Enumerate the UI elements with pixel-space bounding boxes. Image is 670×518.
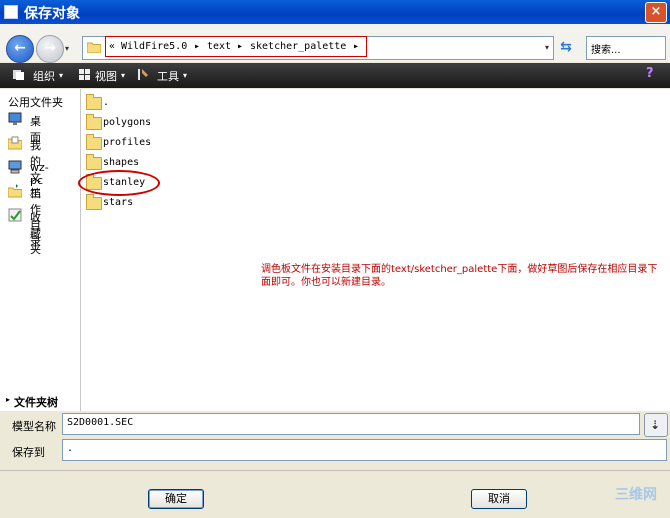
save-object-dialog: 保存对象 × ← → ▾ « WildFire5.0 ▸ text ▸ sket… <box>0 0 670 518</box>
folder-tree-label: 文件夹树 <box>14 396 58 409</box>
search-box[interactable]: 搜索... <box>586 36 666 60</box>
model-name-label: 模型名称 <box>12 420 56 433</box>
breadcrumb-separator: ▸ <box>237 41 244 52</box>
favorites-icon <box>8 208 22 222</box>
address-dropdown-icon[interactable]: ▾ <box>545 43 549 52</box>
computer-icon <box>8 160 22 174</box>
search-placeholder: 搜索... <box>591 45 621 56</box>
documents-icon <box>8 136 22 150</box>
breadcrumb-text[interactable]: text <box>207 41 231 52</box>
divider <box>0 470 670 471</box>
folder-icon <box>86 94 102 110</box>
organize-menu[interactable]: 组织 <box>33 68 55 84</box>
pick-model-button[interactable]: ⇣ <box>644 413 668 437</box>
breadcrumb-sketcher-palette[interactable]: sketcher_palette <box>250 41 346 52</box>
watermark-logo: 三维网 <box>615 487 657 503</box>
breadcrumb-separator: ▸ <box>194 41 201 52</box>
tools-dropdown-icon[interactable]: ▾ <box>183 71 187 80</box>
views-icon <box>79 69 90 80</box>
folder-name: stars <box>103 197 134 208</box>
cancel-button[interactable]: 取消 <box>471 489 527 509</box>
folder-name: polygons <box>103 117 152 128</box>
tools-icon <box>138 69 148 80</box>
work-folder-icon <box>8 184 22 198</box>
folder-name: . <box>103 97 110 108</box>
ok-button[interactable]: 确定 <box>148 489 204 509</box>
breadcrumb-prefix[interactable]: « <box>109 41 115 52</box>
folder-icon <box>86 154 102 170</box>
folder-icon <box>86 114 102 130</box>
history-dropdown-icon[interactable]: ▾ <box>65 44 69 53</box>
sidebar-item-label: wz-pc <box>30 161 49 187</box>
highlight-ellipse <box>78 170 160 196</box>
save-to-input[interactable]: . <box>62 439 667 461</box>
folder-icon <box>87 42 101 53</box>
folder-name: profiles <box>103 137 152 148</box>
toolbar: 组织 ▾ 视图 ▾ 工具 ▾ <box>0 63 670 88</box>
desktop-icon <box>8 112 22 125</box>
folder-icon <box>86 194 102 210</box>
model-name-value: S2D0001.SEC <box>67 417 134 428</box>
folder-icon <box>86 134 102 150</box>
forward-button[interactable]: → <box>36 35 64 63</box>
folder-name: shapes <box>103 157 140 168</box>
window-title: 保存对象 <box>24 6 80 22</box>
expand-icon: ▸ <box>6 395 11 404</box>
refresh-icon[interactable]: ⇆ <box>556 37 576 57</box>
tools-menu[interactable]: 工具 <box>157 68 179 84</box>
sidebar-item-label: 收藏夹 <box>30 211 41 256</box>
annotation-text: 调色板文件在安装目录下面的text/sketcher_palette下面，做好草… <box>261 264 658 288</box>
organize-icon <box>13 70 24 80</box>
arrow-down-icon: ⇣ <box>650 418 661 432</box>
breadcrumb-wildfire[interactable]: WildFire5.0 <box>121 41 187 52</box>
save-to-value: . <box>67 443 74 454</box>
save-to-label: 保存到 <box>12 446 45 459</box>
views-menu[interactable]: 视图 <box>95 68 117 84</box>
close-button[interactable]: × <box>645 2 667 23</box>
file-list <box>81 89 670 411</box>
sidebar-header: 公用文件夹 <box>8 96 63 109</box>
breadcrumb-separator: ▸ <box>353 41 360 52</box>
organize-dropdown-icon[interactable]: ▾ <box>59 71 63 80</box>
views-dropdown-icon[interactable]: ▾ <box>121 71 125 80</box>
title-bar: 保存对象 × <box>0 0 670 24</box>
back-button[interactable]: ← <box>6 35 34 63</box>
help-icon[interactable]: ? <box>646 66 662 84</box>
folder-tree-toggle[interactable]: ▸ 文件夹树 <box>0 392 80 410</box>
model-name-input[interactable]: S2D0001.SEC <box>62 413 640 435</box>
window-icon <box>4 5 18 19</box>
